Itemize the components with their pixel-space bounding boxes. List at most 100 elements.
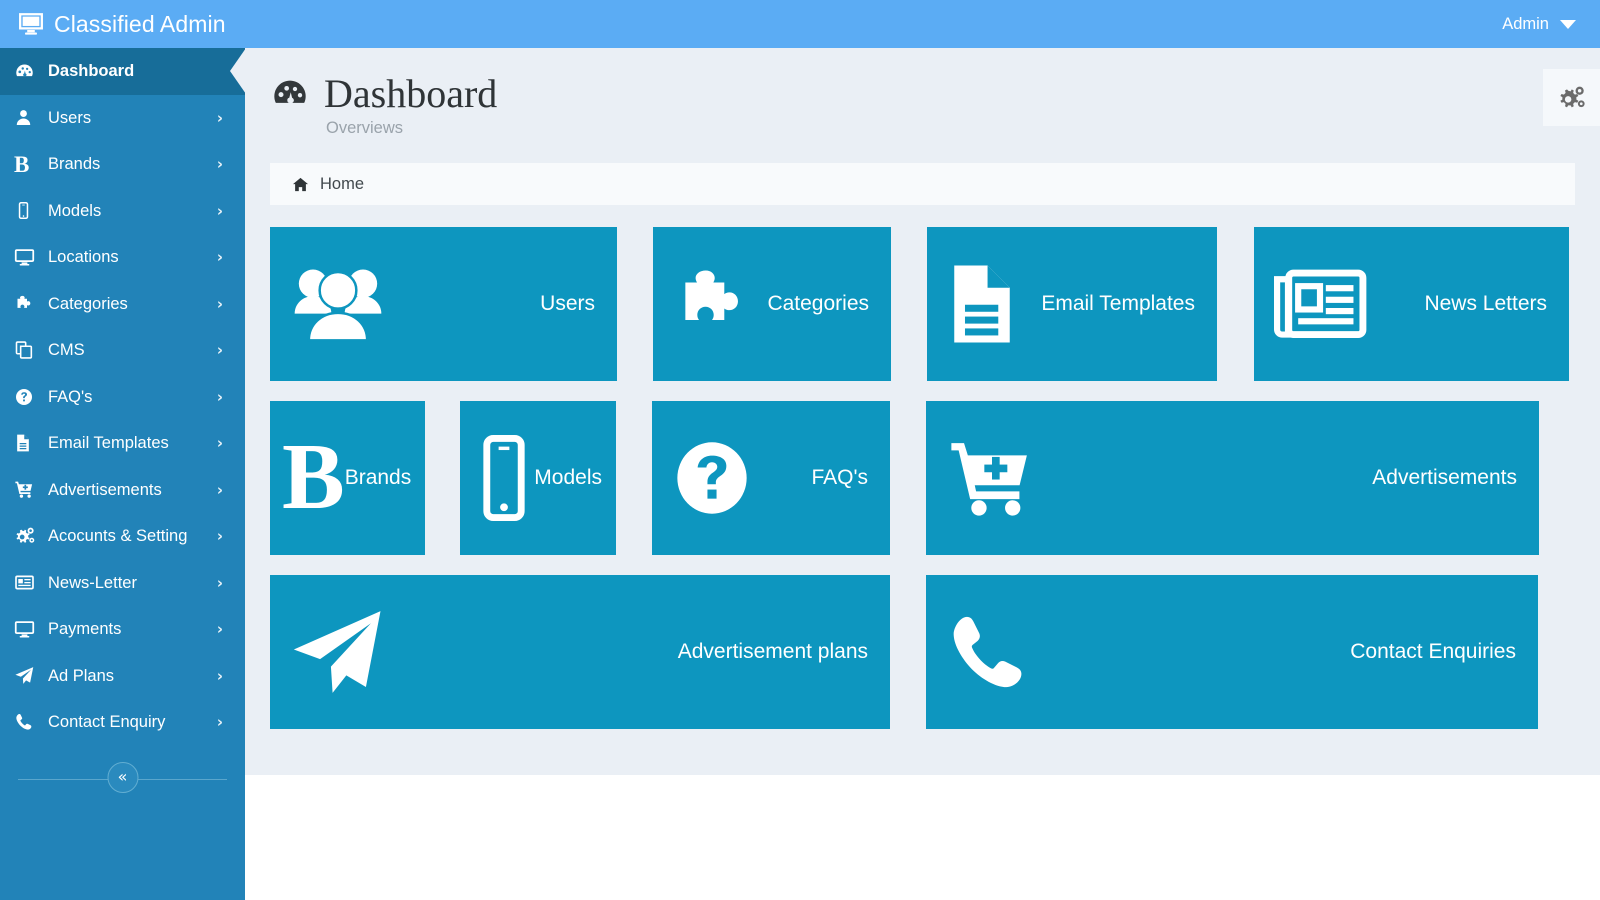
user-menu-label: Admin bbox=[1502, 14, 1549, 33]
tile-label: FAQ's bbox=[811, 466, 868, 489]
sidebar-item-label: Contact Enquiry bbox=[48, 713, 166, 731]
tile-brands[interactable]: B Brands bbox=[270, 401, 425, 555]
desktop-icon bbox=[14, 247, 48, 268]
chevron-right-icon: › bbox=[216, 620, 223, 639]
sidebar-item-label: Email Templates bbox=[48, 434, 169, 452]
phone-icon bbox=[926, 609, 1030, 695]
tile-label: Advertisement plans bbox=[677, 640, 868, 663]
tile-email-templates[interactable]: Email Templates bbox=[927, 227, 1217, 381]
question-circle-icon bbox=[14, 387, 48, 407]
sidebar-item-label: Payments bbox=[48, 620, 122, 638]
desktop-icon bbox=[18, 11, 44, 37]
bold-b-icon: B bbox=[14, 151, 30, 177]
tile-faqs[interactable]: FAQ's bbox=[652, 401, 890, 555]
file-text-icon bbox=[927, 259, 1019, 349]
sidebar-item-label: Locations bbox=[48, 248, 119, 266]
sidebar-item-label: Acocunts & Setting bbox=[48, 527, 188, 545]
breadcrumb-home-label[interactable]: Home bbox=[320, 175, 364, 194]
question-circle-icon bbox=[652, 436, 754, 520]
gears-icon bbox=[1557, 83, 1587, 113]
sidebar-item-label: Users bbox=[48, 108, 92, 127]
cart-plus-icon bbox=[926, 432, 1040, 524]
dashboard-icon bbox=[270, 74, 310, 114]
tile-label: Advertisements bbox=[1372, 466, 1517, 489]
chevron-right-icon: › bbox=[216, 108, 223, 127]
sidebar-item-email-templates[interactable]: Email Templates › bbox=[0, 420, 245, 467]
sidebar-item-contact-enquiry[interactable]: Contact Enquiry › bbox=[0, 699, 245, 746]
desktop-icon bbox=[14, 619, 48, 640]
tile-label: News Letters bbox=[1424, 292, 1547, 315]
tile-models[interactable]: Models bbox=[460, 401, 616, 555]
tile-advertisement-plans[interactable]: Advertisement plans bbox=[270, 575, 890, 729]
main-content: Dashboard Overviews Home Users Categorie… bbox=[245, 48, 1600, 775]
chevron-right-icon: › bbox=[216, 527, 223, 546]
tile-label: Users bbox=[540, 292, 595, 315]
sidebar-item-ad-plans[interactable]: Ad Plans › bbox=[0, 653, 245, 700]
chevron-right-icon: › bbox=[216, 155, 223, 174]
chevron-right-icon: › bbox=[216, 434, 223, 453]
page-header: Dashboard Overviews bbox=[245, 48, 1600, 163]
page-title-text: Dashboard bbox=[324, 71, 498, 116]
sidebar-item-users[interactable]: Users › bbox=[0, 95, 245, 142]
sidebar-item-dashboard[interactable]: Dashboard bbox=[0, 48, 246, 95]
tile-label: Contact Enquiries bbox=[1350, 640, 1516, 663]
page-subtitle: Overviews bbox=[326, 119, 404, 137]
sidebar-item-label: Advertisements bbox=[48, 480, 162, 499]
user-menu-admin[interactable]: Admin bbox=[1502, 15, 1600, 34]
mobile-icon bbox=[14, 201, 48, 220]
chevron-right-icon: › bbox=[216, 480, 223, 499]
tile-advertisements[interactable]: Advertisements bbox=[926, 401, 1539, 555]
sidebar-item-brands[interactable]: B Brands › bbox=[0, 141, 245, 188]
users-group-icon bbox=[270, 257, 388, 352]
chevron-right-icon: › bbox=[216, 201, 223, 220]
sidebar-item-label: Categories bbox=[48, 294, 128, 313]
top-navbar: Classified Admin Admin bbox=[0, 0, 1600, 48]
tile-row-3: Advertisement plans Contact Enquiries bbox=[270, 575, 1575, 729]
tile-row-2: B Brands Models FAQ's Advertisements bbox=[270, 401, 1575, 555]
chevron-right-icon: › bbox=[216, 248, 223, 267]
chevron-right-icon: › bbox=[216, 666, 223, 685]
sidebar-collapse-button[interactable]: « bbox=[107, 761, 138, 793]
tile-label: Categories bbox=[767, 292, 869, 315]
tile-news-letters[interactable]: News Letters bbox=[1254, 227, 1569, 381]
chevron-right-icon: › bbox=[216, 387, 223, 406]
sidebar-item-accounts-settings[interactable]: Acocunts & Setting › bbox=[0, 513, 245, 560]
sidebar-item-payments[interactable]: Payments › bbox=[0, 606, 245, 653]
sidebar-item-advertisements[interactable]: Advertisements › bbox=[0, 467, 245, 514]
tile-label: Models bbox=[534, 466, 602, 489]
sidebar-item-categories[interactable]: Categories › bbox=[0, 281, 245, 328]
sidebar-item-models[interactable]: Models › bbox=[0, 188, 245, 235]
newspaper-icon bbox=[14, 572, 48, 593]
tile-categories[interactable]: Categories bbox=[653, 227, 891, 381]
chevron-right-icon: › bbox=[216, 341, 223, 360]
puzzle-icon bbox=[14, 294, 48, 314]
breadcrumb: Home bbox=[270, 163, 1575, 205]
home-icon bbox=[292, 176, 309, 193]
sidebar-item-news-letter[interactable]: News-Letter › bbox=[0, 560, 245, 607]
cart-plus-icon bbox=[14, 479, 48, 500]
sidebar-item-label: Brands bbox=[48, 155, 101, 173]
tile-contact-enquiries[interactable]: Contact Enquiries bbox=[926, 575, 1538, 729]
file-text-icon bbox=[14, 433, 48, 453]
tile-users[interactable]: Users bbox=[270, 227, 617, 381]
paper-plane-icon bbox=[14, 665, 48, 686]
sidebar-item-label: FAQ's bbox=[48, 387, 93, 406]
sidebar-item-label: News-Letter bbox=[48, 573, 137, 592]
tile-label: Brands bbox=[344, 466, 412, 489]
sidebar-item-locations[interactable]: Locations › bbox=[0, 234, 245, 281]
sidebar-item-cms[interactable]: CMS › bbox=[0, 327, 245, 374]
settings-button[interactable] bbox=[1543, 69, 1600, 126]
sidebar: Dashboard Users › B Brands › Models › Lo… bbox=[0, 48, 246, 900]
sidebar-item-faqs[interactable]: FAQ's › bbox=[0, 374, 245, 421]
tile-row-1: Users Categories Email Templates News Le… bbox=[270, 227, 1575, 381]
brand-logo[interactable]: Classified Admin bbox=[0, 11, 226, 38]
sidebar-item-label: Dashboard bbox=[48, 62, 135, 80]
page-title: Dashboard bbox=[270, 70, 1600, 117]
puzzle-icon bbox=[653, 263, 753, 345]
tile-label: Email Templates bbox=[1041, 292, 1195, 315]
